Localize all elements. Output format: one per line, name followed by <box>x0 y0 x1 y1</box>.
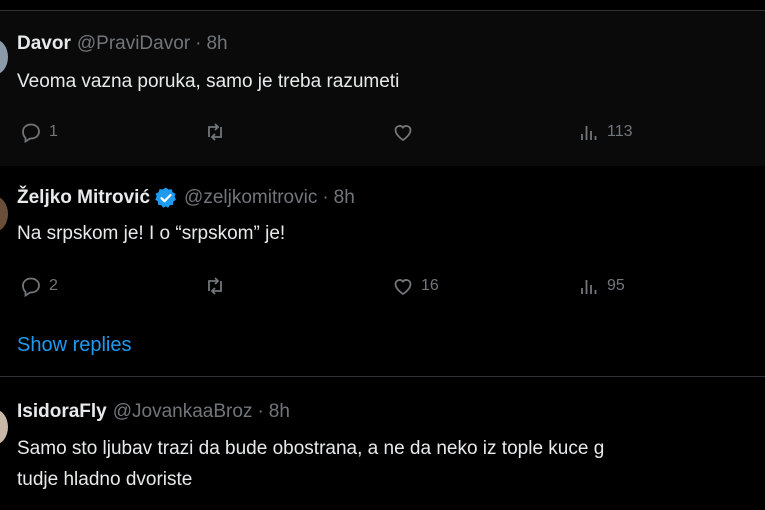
tweet-text-line-1: Samo sto ljubav trazi da bude obostrana,… <box>17 438 605 459</box>
tweet-header: IsidoraFly @JovankaaBroz · 8h <box>17 401 290 423</box>
reply-count: 1 <box>49 123 58 140</box>
retweet-icon <box>208 277 222 295</box>
show-replies-link[interactable]: Show replies <box>17 334 132 357</box>
reply-button[interactable]: 2 <box>19 274 58 298</box>
retweet-button[interactable] <box>203 274 227 298</box>
author-name[interactable]: IsidoraFly <box>17 401 107 423</box>
timestamp[interactable]: 8h <box>206 33 227 55</box>
reply-icon <box>22 123 40 144</box>
tweet-header: Davor @PraviDavor · 8h <box>17 33 228 55</box>
views-icon <box>581 126 597 140</box>
tweet-isidorafly[interactable]: IsidoraFly @JovankaaBroz · 8h Samo sto l… <box>0 376 765 510</box>
timestamp[interactable]: 8h <box>269 401 290 423</box>
separator-dot: · <box>322 187 329 208</box>
heart-icon <box>394 279 412 296</box>
avatar[interactable] <box>0 196 8 232</box>
separator-dot: · <box>195 33 202 54</box>
author-name[interactable]: Željko Mitrović <box>17 187 150 209</box>
tweet-header: Željko Mitrović @zeljkomitrovic · 8h <box>17 186 355 210</box>
author-handle[interactable]: @PraviDavor <box>77 33 190 55</box>
heart-icon <box>394 125 412 142</box>
tweet-text: Veoma vazna poruka, samo je treba razume… <box>17 71 400 92</box>
like-button[interactable]: 16 <box>391 274 439 298</box>
avatar[interactable] <box>0 409 8 445</box>
reply-icon <box>22 277 40 298</box>
like-button[interactable] <box>391 120 415 144</box>
like-count: 16 <box>421 277 439 294</box>
avatar[interactable] <box>0 39 8 75</box>
author-name[interactable]: Davor <box>17 33 71 55</box>
author-handle[interactable]: @JovankaaBroz <box>113 401 253 423</box>
views-button[interactable]: 113 <box>577 120 633 144</box>
separator-dot: · <box>257 401 264 422</box>
tweet-zeljko[interactable]: Željko Mitrović @zeljkomitrovic · 8h Na … <box>0 166 765 376</box>
verified-badge-icon <box>154 186 178 210</box>
author-handle[interactable]: @zeljkomitrovic <box>184 187 317 209</box>
reply-count: 2 <box>49 277 58 294</box>
reply-button[interactable]: 1 <box>19 120 58 144</box>
views-icon <box>581 280 597 294</box>
tweet-text: Na srpskom je! I o “srpskom” je! <box>17 223 286 244</box>
views-button[interactable]: 95 <box>577 274 625 298</box>
retweet-icon <box>208 123 222 141</box>
views-count: 113 <box>607 123 633 140</box>
tweet-davor[interactable]: Davor @PraviDavor · 8h Veoma vazna poruk… <box>0 10 765 166</box>
retweet-button[interactable] <box>203 120 227 144</box>
tweet-text-line-2: tudje hladno dvoriste <box>17 469 193 490</box>
timestamp[interactable]: 8h <box>334 187 355 209</box>
views-count: 95 <box>607 277 625 294</box>
